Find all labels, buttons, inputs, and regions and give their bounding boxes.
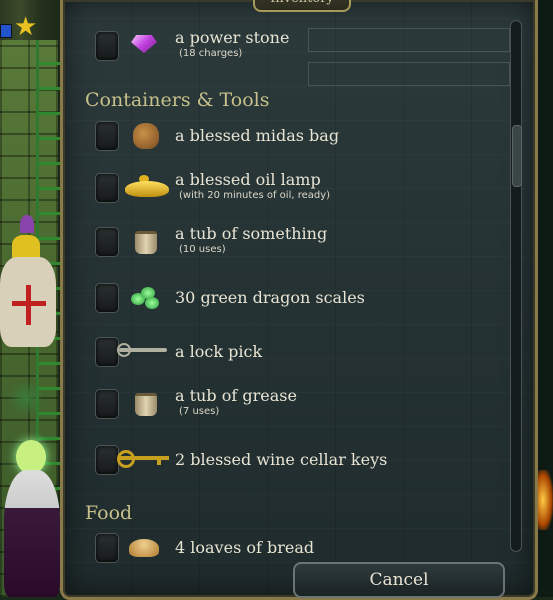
item-name: a lock pick: [175, 342, 263, 361]
item-name: a blessed midas bag: [175, 126, 340, 145]
item-name: a tub of grease: [175, 386, 297, 405]
item-checkbox[interactable]: [95, 533, 119, 563]
inventory-item-tub-of-grease[interactable]: a tub of grease (7 uses): [63, 384, 503, 424]
item-checkbox[interactable]: [95, 389, 119, 419]
item-checkbox[interactable]: [95, 283, 119, 313]
cancel-button[interactable]: Cancel: [293, 562, 505, 598]
scales-icon: [125, 281, 165, 313]
item-note: (with 20 minutes of oil, ready): [179, 190, 331, 201]
item-name: 4 loaves of bread: [175, 538, 315, 557]
lamp-icon: [125, 171, 169, 203]
item-note: (7 uses): [179, 406, 220, 417]
lockpick-icon: [117, 335, 167, 367]
item-name: a tub of something: [175, 224, 328, 243]
item-checkbox[interactable]: [95, 173, 119, 203]
inventory-item-tub-of-something[interactable]: a tub of something (10 uses): [63, 222, 503, 262]
gem-icon: [125, 29, 165, 61]
item-checkbox[interactable]: [95, 227, 119, 257]
item-note: (10 uses): [179, 244, 226, 255]
item-checkbox[interactable]: [95, 445, 119, 475]
item-name: a power stone: [175, 28, 290, 47]
inventory-item-power-stone[interactable]: a power stone (18 charges): [63, 26, 503, 66]
inventory-item-lock-pick[interactable]: a lock pick: [63, 332, 503, 372]
knight-character: [0, 215, 58, 355]
window-title: Inventory: [253, 0, 351, 12]
mage-character: [0, 440, 60, 597]
inventory-item-oil-lamp[interactable]: a blessed oil lamp (with 20 minutes of o…: [63, 168, 503, 208]
tub-icon: [125, 387, 165, 419]
item-checkbox[interactable]: [95, 337, 119, 367]
key-icon: [117, 443, 169, 475]
section-header-food: Food: [85, 502, 133, 524]
item-checkbox[interactable]: [95, 121, 119, 151]
star-icon[interactable]: ★: [14, 14, 37, 40]
item-name: 30 green dragon scales: [175, 288, 365, 307]
item-note: (18 charges): [179, 48, 243, 59]
item-checkbox[interactable]: [95, 31, 119, 61]
section-header-containers-tools: Containers & Tools: [85, 89, 270, 111]
inventory-window: Inventory a power stone (18 charges) Con…: [60, 0, 538, 600]
hud-mana-indicator: [0, 24, 12, 38]
bag-icon: [125, 119, 165, 151]
bread-icon: [125, 531, 165, 563]
inventory-item-wine-cellar-keys[interactable]: 2 blessed wine cellar keys: [63, 440, 503, 480]
item-name: a blessed oil lamp: [175, 170, 321, 189]
item-name: 2 blessed wine cellar keys: [175, 450, 388, 469]
inventory-item-dragon-scales[interactable]: 30 green dragon scales: [63, 278, 503, 318]
inventory-item-midas-bag[interactable]: a blessed midas bag: [63, 116, 503, 156]
scrollbar-track[interactable]: [510, 20, 522, 552]
scrollbar-thumb[interactable]: [512, 125, 522, 187]
tub-icon: [125, 225, 165, 257]
glow-effect: [8, 380, 44, 416]
